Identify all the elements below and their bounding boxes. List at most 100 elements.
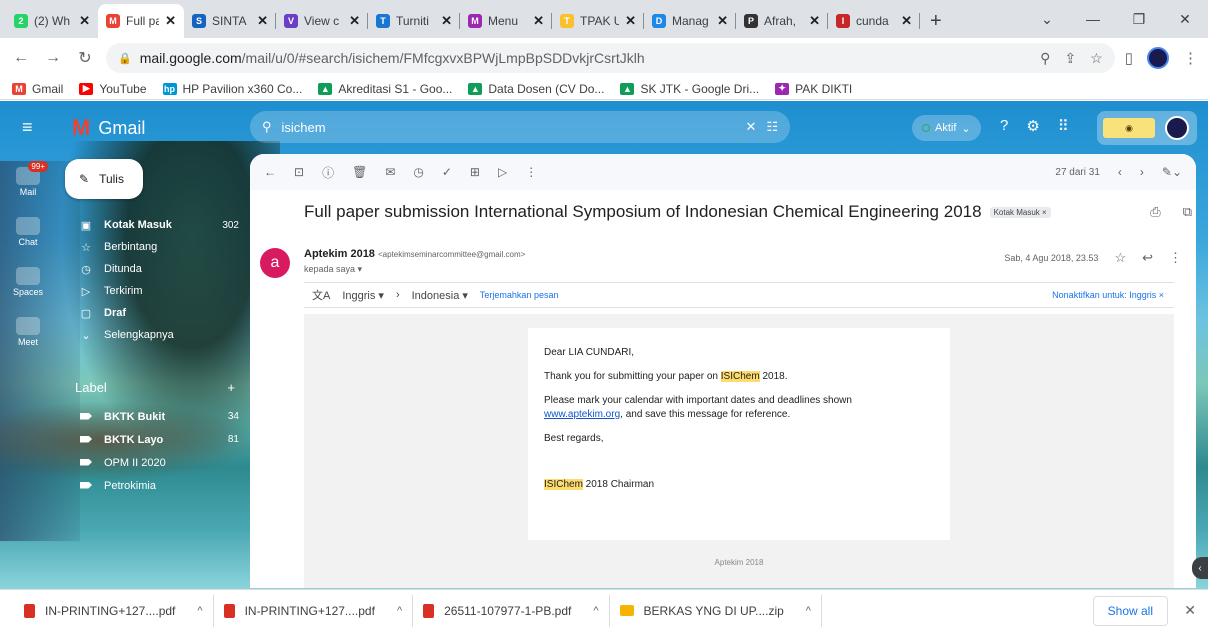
browser-tab[interactable]: P Afrah, ✕ xyxy=(736,4,828,38)
address-bar[interactable]: 🔒 mail.google.com/mail/u/0/#search/isich… xyxy=(106,43,1115,73)
bookmark-item[interactable]: ▶ YouTube xyxy=(79,82,147,96)
download-item[interactable]: 26511-107977-1-PB.pdf ^ xyxy=(413,594,610,627)
browser-tab[interactable]: T Turniti ✕ xyxy=(368,4,460,38)
search-bar[interactable]: ⚲ isichem ✕ ☷ xyxy=(250,111,790,143)
download-item[interactable]: IN-PRINTING+127....pdf ^ xyxy=(14,594,214,627)
show-all-button[interactable]: Show all xyxy=(1092,596,1168,626)
bookmark-item[interactable]: ▲ SK JTK - Google Dri... xyxy=(620,82,759,96)
zoom-icon[interactable]: ⚲ xyxy=(1040,50,1050,67)
close-tab-icon[interactable]: ✕ xyxy=(257,13,268,29)
label-icon[interactable]: ▷ xyxy=(498,165,507,179)
back-icon[interactable]: ← xyxy=(10,49,32,67)
bookmark-star-icon[interactable]: ☆ xyxy=(1090,50,1103,67)
close-tab-icon[interactable]: ✕ xyxy=(441,13,452,29)
delete-icon[interactable]: 🗑 xyxy=(352,165,367,179)
browser-tab[interactable]: S SINTA ✕ xyxy=(184,4,276,38)
download-item[interactable]: BERKAS YNG DI UP....zip ^ xyxy=(610,594,822,627)
nav-item[interactable]: ⌄ Selengkapnya xyxy=(70,324,245,346)
restore-icon[interactable]: ❐ xyxy=(1116,11,1162,28)
label-item[interactable]: Petrokimia xyxy=(70,474,245,497)
mark-unread-icon[interactable]: ✉ xyxy=(385,165,395,179)
source-language[interactable]: Inggris ▾ xyxy=(342,289,384,302)
browser-tab[interactable]: V View c ✕ xyxy=(276,4,368,38)
search-icon[interactable]: ⚲ xyxy=(262,119,272,135)
close-tab-icon[interactable]: ✕ xyxy=(165,13,176,29)
bookmark-item[interactable]: M Gmail xyxy=(12,82,63,96)
print-icon[interactable]: ⎙ xyxy=(1150,204,1160,220)
url-text[interactable]: mail.google.com/mail/u/0/#search/isichem… xyxy=(140,50,1032,66)
account-avatar[interactable] xyxy=(1165,116,1189,140)
open-new-window-icon[interactable]: ⧉ xyxy=(1183,204,1192,220)
recipient-toggle[interactable]: kepada saya ▾ xyxy=(304,264,525,275)
reload-icon[interactable]: ↻ xyxy=(74,48,96,68)
report-spam-icon[interactable]: ⓘ xyxy=(322,164,334,181)
apps-grid-icon[interactable]: ⠿ xyxy=(1058,117,1069,135)
disable-translation-link[interactable]: Nonaktifkan untuk: Inggris × xyxy=(1052,290,1164,300)
search-options-icon[interactable]: ☷ xyxy=(766,119,778,135)
profile-avatar[interactable] xyxy=(1147,47,1169,69)
nav-item[interactable]: ◷ Ditunda xyxy=(70,258,245,280)
browser-tab[interactable]: D Manag ✕ xyxy=(644,4,736,38)
new-tab-button[interactable]: + xyxy=(920,4,952,38)
scrollbar[interactable] xyxy=(1186,285,1194,455)
main-menu-icon[interactable]: ≡ xyxy=(22,117,33,138)
aptekim-link[interactable]: www.aptekim.org xyxy=(544,409,620,420)
sender-name[interactable]: Aptekim 2018 xyxy=(304,248,375,260)
account-switcher[interactable]: ◉ xyxy=(1097,111,1197,145)
browser-menu-icon[interactable]: ⋮ xyxy=(1183,49,1198,67)
rail-item-chat[interactable]: Chat xyxy=(0,207,56,257)
close-shelf-icon[interactable]: ✕ xyxy=(1184,602,1196,619)
prev-icon[interactable]: ‹ xyxy=(1118,165,1122,179)
star-icon[interactable]: ☆ xyxy=(1114,250,1126,266)
label-item[interactable]: OPM II 2020 xyxy=(70,451,245,474)
close-window-icon[interactable]: ✕ xyxy=(1162,11,1208,28)
close-tab-icon[interactable]: ✕ xyxy=(717,13,728,29)
sender-avatar[interactable]: a xyxy=(260,248,290,278)
back-to-list-icon[interactable]: ← xyxy=(264,165,276,179)
target-language[interactable]: Indonesia ▾ xyxy=(412,289,468,302)
share-icon[interactable]: ⇪ xyxy=(1064,50,1076,67)
add-task-icon[interactable]: ✓ xyxy=(442,165,452,179)
nav-item[interactable]: ☆ Berbintang xyxy=(70,236,245,258)
reply-icon[interactable]: ↩ xyxy=(1142,250,1153,266)
inbox-label-chip[interactable]: Kotak Masuk × xyxy=(989,206,1051,218)
more-icon[interactable]: ⋮ xyxy=(525,165,537,179)
move-to-icon[interactable]: ⊞ xyxy=(470,165,480,179)
side-panel-toggle-icon[interactable]: ‹ xyxy=(1192,557,1208,579)
rail-item-spaces[interactable]: Spaces xyxy=(0,257,56,307)
download-options-icon[interactable]: ^ xyxy=(581,605,598,617)
side-panel-icon[interactable]: ▯ xyxy=(1125,49,1133,67)
download-options-icon[interactable]: ^ xyxy=(185,605,202,617)
translate-message-link[interactable]: Terjemahkan pesan xyxy=(480,290,559,300)
clear-search-icon[interactable]: ✕ xyxy=(745,119,756,135)
browser-tab[interactable]: 2 (2) Wh ✕ xyxy=(6,4,98,38)
forward-icon[interactable]: → xyxy=(42,49,64,67)
compose-button[interactable]: ✎ Tulis xyxy=(65,159,143,199)
bookmark-item[interactable]: ▲ Akreditasi S1 - Goo... xyxy=(318,82,452,96)
close-tab-icon[interactable]: ✕ xyxy=(901,13,912,29)
bookmark-item[interactable]: ✦ PAK DIKTI xyxy=(775,82,852,96)
download-item[interactable]: IN-PRINTING+127....pdf ^ xyxy=(214,594,414,627)
close-tab-icon[interactable]: ✕ xyxy=(625,13,636,29)
snooze-icon[interactable]: ◷ xyxy=(413,165,423,179)
label-item[interactable]: BKTK Layo 81 xyxy=(70,428,245,451)
browser-tab[interactable]: M Full pa ✕ xyxy=(98,4,184,38)
download-options-icon[interactable]: ^ xyxy=(794,605,811,617)
browser-tab[interactable]: T TPAK U ✕ xyxy=(552,4,644,38)
gmail-logo[interactable]: M Gmail xyxy=(72,115,145,141)
close-tab-icon[interactable]: ✕ xyxy=(533,13,544,29)
label-item[interactable]: BKTK Bukit 34 xyxy=(70,405,245,428)
browser-tab[interactable]: M Menu ✕ xyxy=(460,4,552,38)
help-icon[interactable]: ? xyxy=(1000,117,1008,135)
minimize-icon[interactable]: — xyxy=(1070,11,1116,27)
nav-item[interactable]: ▣ Kotak Masuk 302 xyxy=(70,214,245,236)
add-label-button[interactable]: + xyxy=(227,380,235,395)
lock-icon[interactable]: 🔒 xyxy=(118,52,132,65)
tab-search-icon[interactable]: ⌄ xyxy=(1024,11,1070,28)
close-tab-icon[interactable]: ✕ xyxy=(349,13,360,29)
rail-item-meet[interactable]: Meet xyxy=(0,307,56,357)
rail-item-mail[interactable]: 99+ Mail xyxy=(0,157,56,207)
input-tools-icon[interactable]: ✎⌄ xyxy=(1162,165,1182,179)
bookmark-item[interactable]: hp HP Pavilion x360 Co... xyxy=(162,82,302,96)
browser-tab[interactable]: Icunda ✕ xyxy=(828,4,920,38)
